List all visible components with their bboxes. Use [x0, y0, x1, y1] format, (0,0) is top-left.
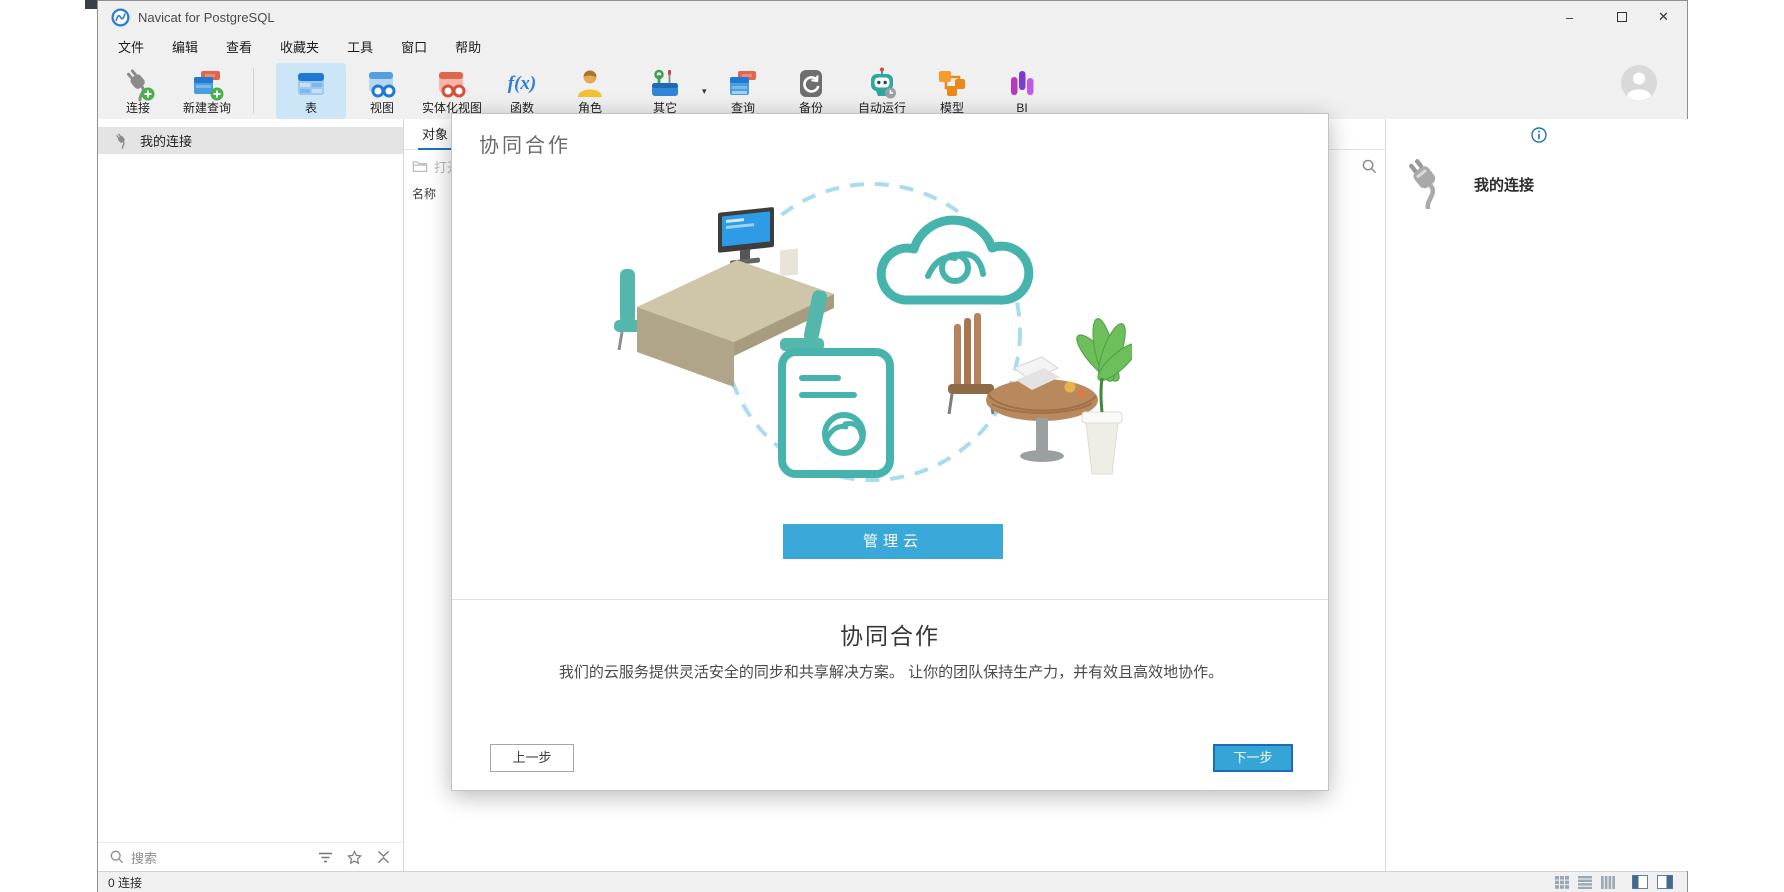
- connection-detail-header: 我的连接: [1398, 159, 1534, 209]
- bi-icon: [1004, 66, 1040, 102]
- plug-icon: [113, 132, 130, 149]
- toolbar-view[interactable]: 视图: [347, 63, 417, 119]
- list-view-icon[interactable]: [1578, 876, 1592, 889]
- right-pane-toggle-icon[interactable]: [1657, 875, 1673, 889]
- statusbar: 0 连接: [98, 871, 1687, 892]
- view-icon: [364, 66, 400, 102]
- favorites-star-icon[interactable]: [347, 850, 362, 865]
- toolbar-role[interactable]: 角色: [555, 63, 625, 119]
- toolbar: 连接 新建查询 表: [98, 62, 1687, 119]
- maximize-button[interactable]: [1599, 1, 1644, 33]
- toolbar-new-query-label: 新建查询: [172, 101, 242, 115]
- menubar: 文件 编辑 查看 收藏夹 工具 窗口 帮助: [98, 34, 1687, 62]
- cloud-logo: [881, 220, 1029, 300]
- menu-help[interactable]: 帮助: [441, 36, 495, 60]
- navicat-logo-icon: [111, 8, 130, 27]
- table-icon: [293, 66, 329, 102]
- maximize-icon: [1617, 12, 1627, 22]
- toolbar-connection[interactable]: 连接: [103, 63, 173, 119]
- minimize-button[interactable]: –: [1547, 1, 1592, 33]
- previous-step-button[interactable]: 上一步: [490, 744, 574, 772]
- window-title: Navicat for PostgreSQL: [138, 10, 275, 25]
- toolbar-model[interactable]: 模型: [917, 63, 987, 119]
- collaboration-dialog: 协同合作: [451, 113, 1329, 791]
- sidebar-search[interactable]: 搜索: [98, 842, 403, 871]
- collapse-all-icon[interactable]: [376, 850, 391, 864]
- automation-icon: [864, 66, 900, 102]
- close-button[interactable]: ✕: [1641, 1, 1686, 33]
- connections-sidebar: 我的连接 搜索: [98, 119, 404, 871]
- model-icon: [934, 66, 970, 102]
- dialog-description: 我们的云服务提供灵活安全的同步和共享解决方案。 让你的团队保持生产力，并有效且高…: [541, 661, 1241, 686]
- toolbar-separator: [253, 68, 254, 114]
- right-panel-title: 我的连接: [1474, 174, 1534, 195]
- toolbar-connection-label: 连接: [103, 101, 173, 115]
- left-pane-toggle-icon[interactable]: [1632, 875, 1648, 889]
- toolbar-view-label: 视图: [347, 101, 417, 115]
- detail-view-icon[interactable]: [1601, 876, 1615, 889]
- toolbar-new-query[interactable]: 新建查询: [172, 63, 242, 119]
- backup-icon: [793, 66, 829, 102]
- others-icon: [647, 66, 683, 102]
- toolbar-others[interactable]: 其它: [630, 63, 700, 119]
- search-placeholder: 搜索: [131, 848, 304, 867]
- my-connection-label: 我的连接: [140, 131, 192, 150]
- search-icon: [110, 850, 124, 864]
- toolbar-table[interactable]: 表: [276, 63, 346, 119]
- toolbar-query[interactable]: 查询: [708, 63, 778, 119]
- menu-file[interactable]: 文件: [104, 36, 158, 60]
- others-dropdown-caret[interactable]: ▾: [702, 86, 707, 97]
- dialog-divider: [452, 599, 1328, 600]
- materialized-view-icon: [434, 66, 470, 102]
- toolbar-backup[interactable]: 备份: [776, 63, 846, 119]
- query-icon: [725, 66, 761, 102]
- connection-count: 0 连接: [108, 874, 142, 891]
- manage-cloud-button[interactable]: 管理云: [783, 524, 1003, 559]
- menu-tools[interactable]: 工具: [333, 36, 387, 60]
- info-icon[interactable]: [1531, 127, 1547, 143]
- next-step-button[interactable]: 下一步: [1213, 744, 1293, 772]
- filter-icon[interactable]: [318, 851, 333, 864]
- role-icon: [572, 66, 608, 102]
- menu-favorites[interactable]: 收藏夹: [266, 36, 333, 60]
- connection-icon: [120, 66, 156, 102]
- name-column-header[interactable]: 名称: [412, 185, 436, 202]
- user-avatar[interactable]: [1620, 64, 1658, 102]
- toolbar-bi[interactable]: BI: [987, 63, 1057, 119]
- dialog-section-title: 协同合作: [452, 617, 1328, 651]
- plug-illustration-icon: [1398, 159, 1460, 209]
- sidebar-item-my-connection[interactable]: 我的连接: [98, 127, 403, 154]
- titlebar: Navicat for PostgreSQL: [98, 1, 1687, 34]
- toolbar-table-label: 表: [276, 101, 346, 115]
- function-icon: f(x): [508, 73, 536, 95]
- toolbar-function[interactable]: f(x) 函数: [487, 63, 557, 119]
- menu-window[interactable]: 窗口: [387, 36, 441, 60]
- menu-view[interactable]: 查看: [212, 36, 266, 60]
- tab-objects[interactable]: 对象: [418, 124, 452, 150]
- open-table-folder-icon: [412, 159, 428, 173]
- details-panel: 我的连接: [1385, 119, 1688, 871]
- grid-view-icon[interactable]: [1555, 876, 1569, 889]
- cloud-document: [782, 352, 890, 474]
- collaboration-illustration: [612, 172, 1132, 482]
- objects-search-icon[interactable]: [1362, 159, 1377, 174]
- toolbar-automation[interactable]: 自动运行: [847, 63, 917, 119]
- cafe-scene: [948, 313, 1132, 474]
- new-query-icon: [189, 66, 225, 102]
- toolbar-materialized-view[interactable]: 实体化视图: [417, 63, 487, 119]
- dialog-header-title: 协同合作: [479, 129, 571, 158]
- menu-edit[interactable]: 编辑: [158, 36, 212, 60]
